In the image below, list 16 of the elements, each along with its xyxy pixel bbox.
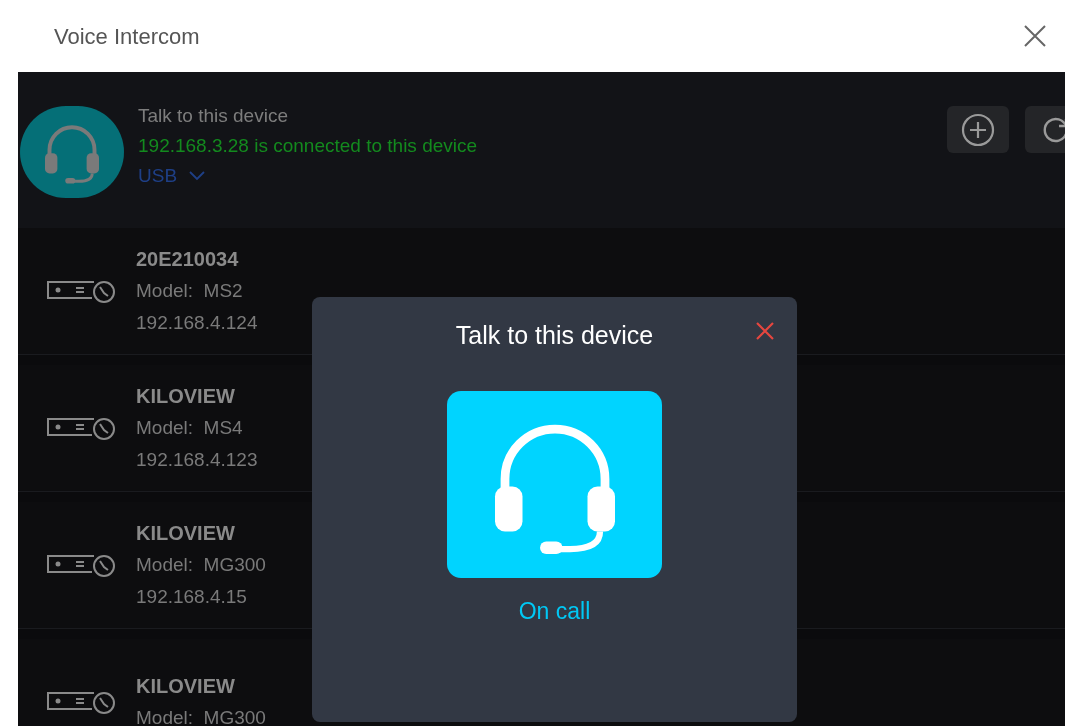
device-ip: 192.168.4.124 xyxy=(136,311,258,335)
device-model: Model: MS4 xyxy=(136,416,244,440)
device-name: KILOVIEW xyxy=(136,674,236,699)
device-ip: 192.168.4.123 xyxy=(136,448,258,472)
call-status: On call xyxy=(518,596,591,626)
dialog-title: Talk to this device xyxy=(455,320,654,351)
connection-status: 192.168.3.28 is connected to this device xyxy=(138,134,479,158)
window-title: Voice Intercom xyxy=(54,22,200,51)
device-name: KILOVIEW xyxy=(136,384,236,409)
device-model: Model: MG300 xyxy=(136,706,266,726)
device-ip: 192.168.4.15 xyxy=(136,585,248,609)
device-name: 20E210034 xyxy=(136,247,240,272)
intercom-title: Talk to this device xyxy=(138,104,289,128)
device-model: Model: MS2 xyxy=(136,279,244,303)
device-model: Model: MG300 xyxy=(136,553,266,577)
device-name: KILOVIEW xyxy=(136,521,236,546)
